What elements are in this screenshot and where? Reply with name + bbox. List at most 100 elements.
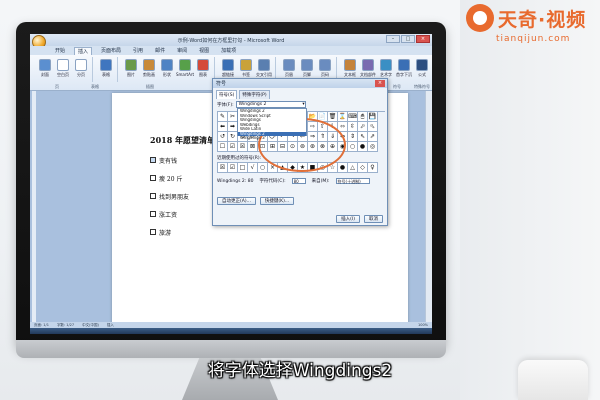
checkbox-icon	[150, 193, 156, 199]
font-option[interactable]: Wingdings 3	[238, 136, 306, 141]
close-button[interactable]: ×	[416, 35, 430, 43]
tab-4[interactable]: 邮件	[152, 47, 168, 54]
tab-symbols[interactable]: 符号(S)	[216, 90, 238, 99]
symbol-cell[interactable]: ☒	[238, 142, 248, 152]
maximize-button[interactable]: □	[401, 35, 415, 43]
symbol-cell[interactable]: ⌨	[348, 112, 358, 122]
dialog-close-button[interactable]: ×	[375, 80, 385, 87]
from-select[interactable]: 符号(十进制)	[335, 178, 370, 184]
list-item[interactable]: 旅游	[150, 223, 189, 241]
recent-symbol-cell[interactable]: ○	[258, 163, 268, 173]
symbol-cell[interactable]: ⬁	[368, 122, 378, 132]
font-dropdown-list: Wingdings 2 Windows Script Wingdings Webdin…	[237, 108, 307, 140]
symbol-cell[interactable]: ⇕	[348, 132, 358, 142]
ribbon-button-label: 图表	[199, 72, 207, 77]
tab-1[interactable]: 插入	[74, 46, 93, 55]
video-subtitle: 将字体选择Wingdings2	[207, 361, 393, 381]
tab-7[interactable]: 加载项	[218, 47, 239, 54]
list-item[interactable]: 变有钱	[150, 151, 189, 169]
autocorrect-button[interactable]: 自动更正(A)...	[217, 197, 256, 205]
ribbon-button-19[interactable]: 公式	[414, 57, 430, 78]
symbol-cell[interactable]: ⇳	[348, 122, 358, 132]
list-item[interactable]: 瘦 20 斤	[150, 169, 189, 187]
symbol-cell[interactable]: 🗑	[328, 112, 338, 122]
symbol-cell[interactable]: ◎	[368, 142, 378, 152]
recent-symbol-cell[interactable]: √	[248, 163, 258, 173]
recent-symbol-cell[interactable]: ☒	[218, 163, 228, 173]
ribbon-button-15[interactable]: 文本框	[342, 57, 358, 78]
ribbon-button-14[interactable]: 页码	[317, 57, 333, 78]
status-item: 中文(中国)	[82, 322, 99, 327]
list-item[interactable]: 涨工资	[150, 205, 189, 223]
ribbon-button-3[interactable]: 表格	[98, 57, 114, 78]
recent-symbol-cell[interactable]: ♀	[368, 163, 378, 173]
ribbon-icon	[179, 59, 191, 71]
symbol-cell[interactable]: 💾	[368, 112, 378, 122]
ribbon-group-label: 页	[55, 84, 59, 89]
recent-symbol-cell[interactable]: ●	[338, 163, 348, 173]
ribbon-button-13[interactable]: 页脚	[299, 57, 315, 78]
checkbox-icon	[150, 157, 156, 163]
char-code-label: 字符代码(C):	[259, 179, 286, 184]
ribbon-button-16[interactable]: 文档部件	[360, 57, 376, 78]
ribbon-button-2[interactable]: 分页	[73, 57, 89, 78]
chevron-down-icon: ▾	[302, 102, 305, 107]
recent-symbol-cell[interactable]: ◇	[358, 163, 368, 173]
symbol-cell[interactable]: ☑	[228, 142, 238, 152]
ribbon-button-12[interactable]: 页眉	[281, 57, 297, 78]
symbol-cell[interactable]: ☐	[218, 142, 228, 152]
ribbon-button-label: 公式	[418, 72, 426, 77]
ribbon-icon	[398, 59, 410, 71]
ribbon-button-6[interactable]: 形状	[159, 57, 175, 78]
recent-symbol-cell[interactable]: △	[348, 163, 358, 173]
dialog-right-buttons: 插入(I) 取消	[336, 215, 383, 223]
window-controls: – □ ×	[386, 35, 430, 43]
taskbar	[30, 328, 432, 334]
ribbon-button-4[interactable]: 图片	[123, 57, 139, 78]
symbol-cell[interactable]: ⌛	[338, 112, 348, 122]
insert-button[interactable]: 插入(I)	[336, 215, 360, 223]
ribbon-button-18[interactable]: 首字下沉	[396, 57, 412, 78]
tab-5[interactable]: 审阅	[174, 47, 190, 54]
symbol-cell[interactable]: ⇗	[368, 132, 378, 142]
zoom-level[interactable]: 100%	[418, 323, 432, 327]
ribbon-button-11[interactable]: 交叉引用	[256, 57, 272, 78]
vertical-scrollbar[interactable]	[425, 91, 432, 328]
ribbon-button-17[interactable]: 艺术字	[378, 57, 394, 78]
status-item: 字数: 1/27	[56, 322, 75, 327]
font-dropdown[interactable]: Wingdings 2 ▾	[235, 101, 306, 108]
ribbon-button-1[interactable]: 空白页	[55, 57, 71, 78]
symbol-cell[interactable]: ○	[348, 142, 358, 152]
status-item: 插入	[106, 322, 114, 327]
tab-0[interactable]: 开始	[52, 47, 68, 54]
recent-symbol-cell[interactable]: ☑	[228, 163, 238, 173]
symbol-cell[interactable]: ✎	[218, 112, 228, 122]
ribbon-button-5[interactable]: 剪贴画	[141, 57, 157, 78]
char-code-input[interactable]: 80	[291, 178, 306, 184]
ribbon-button-0[interactable]: 封面	[37, 57, 53, 78]
minimize-button[interactable]: –	[386, 35, 400, 43]
wish-list: 变有钱瘦 20 斤找到男朋友 涨工资 旅游	[150, 151, 189, 241]
tab-special-characters[interactable]: 特殊字符(P)	[239, 90, 270, 99]
shortcut-key-button[interactable]: 快捷键(K)...	[259, 197, 295, 205]
cancel-button[interactable]: 取消	[364, 215, 383, 223]
ribbon-button-8[interactable]: 图表	[195, 57, 211, 78]
list-item[interactable]: 找到男朋友	[150, 187, 189, 205]
symbol-cell[interactable]: ⬅	[218, 122, 228, 132]
symbol-cell[interactable]: ⇖	[358, 132, 368, 142]
ribbon-button-10[interactable]: 书签	[238, 57, 254, 78]
tab-2[interactable]: 页面布局	[98, 47, 124, 54]
recent-symbol-cell[interactable]: □	[238, 163, 248, 173]
ribbon-button-7[interactable]: SmartArt	[176, 57, 194, 77]
symbol-cell[interactable]: ↺	[218, 132, 228, 142]
symbol-cell[interactable]: ●	[358, 142, 368, 152]
symbol-cell[interactable]: 🖱	[358, 112, 368, 122]
tab-6[interactable]: 视图	[196, 47, 212, 54]
symbol-cell[interactable]: ⊠	[248, 142, 258, 152]
ribbon-icon	[222, 59, 234, 71]
tab-3[interactable]: 引用	[130, 47, 146, 54]
ribbon-button-9[interactable]: 超链接	[220, 57, 236, 78]
symbol-cell[interactable]: ⬀	[358, 122, 368, 132]
list-item-text: 瘦 20 斤	[159, 175, 183, 183]
logo-text: 天奇·视频	[498, 8, 587, 31]
